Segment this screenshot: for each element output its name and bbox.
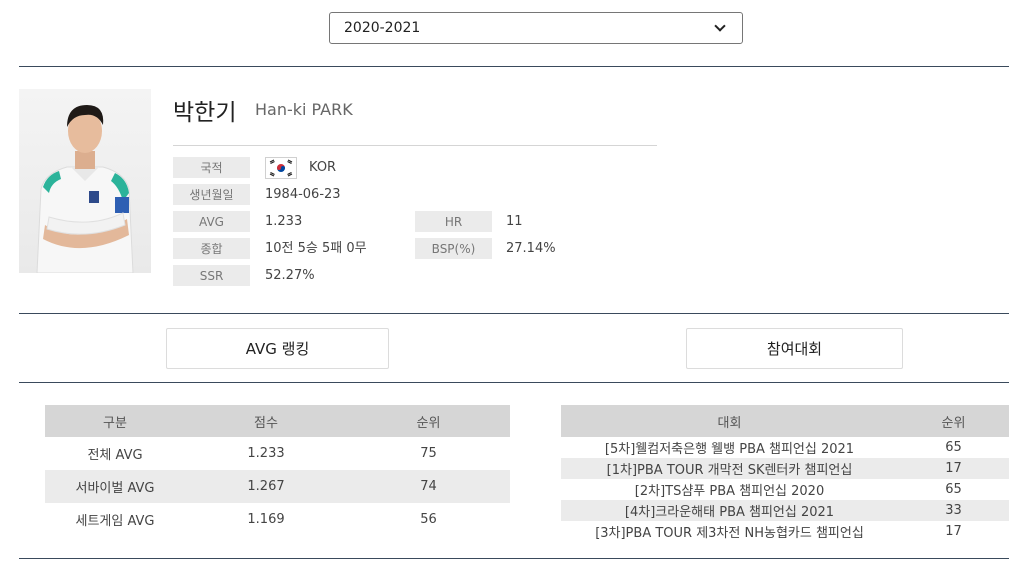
table-row[interactable]: [4차]크라운해태 PBA 챔피언십 2021 33 bbox=[561, 500, 1009, 521]
tournament-rank: 65 bbox=[945, 482, 962, 497]
record-label: 종합 bbox=[173, 238, 250, 259]
tournament-rank: 17 bbox=[945, 524, 962, 539]
avg-label: AVG bbox=[173, 211, 250, 232]
avg-value: 1.233 bbox=[265, 214, 303, 229]
tournament-name[interactable]: [5차]웰컴저축은행 웰뱅 PBA 챔피언십 2021 bbox=[561, 437, 898, 458]
table-cell: 75 bbox=[420, 446, 437, 461]
table-cell: 1.169 bbox=[247, 512, 285, 527]
table-cell: 74 bbox=[420, 479, 437, 494]
divider bbox=[19, 382, 1009, 383]
table-row[interactable]: [1차]PBA TOUR 개막전 SK렌터카 챔피언십 17 bbox=[561, 458, 1009, 479]
table-row: 전체 AVG 1.233 75 bbox=[45, 437, 510, 470]
player-name-korean: 박한기 bbox=[173, 100, 237, 126]
table-row[interactable]: [5차]웰컴저축은행 웰뱅 PBA 챔피언십 2021 65 bbox=[561, 437, 1009, 458]
column-header: 대회 bbox=[717, 415, 742, 431]
nationality-value: KOR bbox=[309, 160, 337, 175]
season-select[interactable]: 2020-2021 bbox=[329, 12, 743, 44]
table-cell: 56 bbox=[420, 512, 437, 527]
table-cell: 서바이벌 AVG bbox=[75, 481, 155, 496]
tournament-name[interactable]: [3차]PBA TOUR 제3차전 NH농협카드 챔피언십 bbox=[561, 521, 898, 542]
table-row: 서바이벌 AVG 1.267 74 bbox=[45, 470, 510, 503]
tab-tournaments[interactable]: 참여대회 bbox=[686, 328, 903, 369]
nationality-label: 국적 bbox=[173, 157, 250, 178]
tournament-rank: 17 bbox=[945, 461, 962, 476]
column-header: 순위 bbox=[416, 415, 441, 431]
table-header: 구분 점수 순위 bbox=[45, 405, 510, 437]
divider bbox=[19, 558, 1009, 559]
table-row[interactable]: [3차]PBA TOUR 제3차전 NH농협카드 챔피언십 17 bbox=[561, 521, 1009, 542]
ssr-label: SSR bbox=[173, 265, 250, 286]
chevron-down-icon bbox=[714, 20, 726, 32]
table-row: 세트게임 AVG 1.169 56 bbox=[45, 503, 510, 536]
player-photo bbox=[19, 89, 151, 273]
table-cell: 세트게임 AVG bbox=[75, 514, 155, 529]
player-portrait-icon bbox=[36, 105, 134, 273]
tournament-rank: 33 bbox=[945, 503, 962, 518]
table-cell: 1.233 bbox=[247, 446, 285, 461]
tournament-rank: 65 bbox=[945, 440, 962, 455]
tournament-name[interactable]: [1차]PBA TOUR 개막전 SK렌터카 챔피언십 bbox=[561, 458, 898, 479]
name-divider bbox=[173, 145, 657, 146]
tournament-name[interactable]: [4차]크라운해태 PBA 챔피언십 2021 bbox=[561, 500, 898, 521]
column-header: 순위 bbox=[941, 415, 966, 431]
avg-ranking-table: 구분 점수 순위 전체 AVG 1.233 75 서바이벌 AVG 1.267 … bbox=[45, 405, 510, 536]
table-cell: 1.267 bbox=[247, 479, 285, 494]
column-header: 점수 bbox=[254, 415, 278, 431]
hr-label: HR bbox=[415, 211, 492, 232]
player-name-english: Han-ki PARK bbox=[255, 100, 353, 119]
birth-label: 생년월일 bbox=[173, 184, 250, 205]
table-row[interactable]: [2차]TS샴푸 PBA 챔피언십 2020 65 bbox=[561, 479, 1009, 500]
season-select-value: 2020-2021 bbox=[344, 20, 421, 36]
hr-value: 11 bbox=[506, 214, 523, 229]
column-header: 구분 bbox=[103, 415, 127, 431]
tournament-name[interactable]: [2차]TS샴푸 PBA 챔피언십 2020 bbox=[561, 479, 898, 500]
ssr-value: 52.27% bbox=[265, 268, 315, 283]
divider bbox=[19, 313, 1009, 314]
bsp-label: BSP(%) bbox=[415, 238, 492, 259]
table-header: 대회 순위 bbox=[561, 405, 1009, 437]
divider bbox=[19, 66, 1009, 67]
bsp-value: 27.14% bbox=[506, 241, 556, 256]
record-value: 10전 5승 5패 0무 bbox=[265, 241, 367, 256]
table-cell: 전체 AVG bbox=[87, 448, 143, 463]
korea-flag-icon bbox=[265, 157, 297, 179]
tournament-table: 대회 순위 [5차]웰컴저축은행 웰뱅 PBA 챔피언십 2021 65 [1차… bbox=[561, 405, 1009, 542]
birth-value: 1984-06-23 bbox=[265, 187, 341, 202]
tab-avg-ranking[interactable]: AVG 랭킹 bbox=[166, 328, 389, 369]
